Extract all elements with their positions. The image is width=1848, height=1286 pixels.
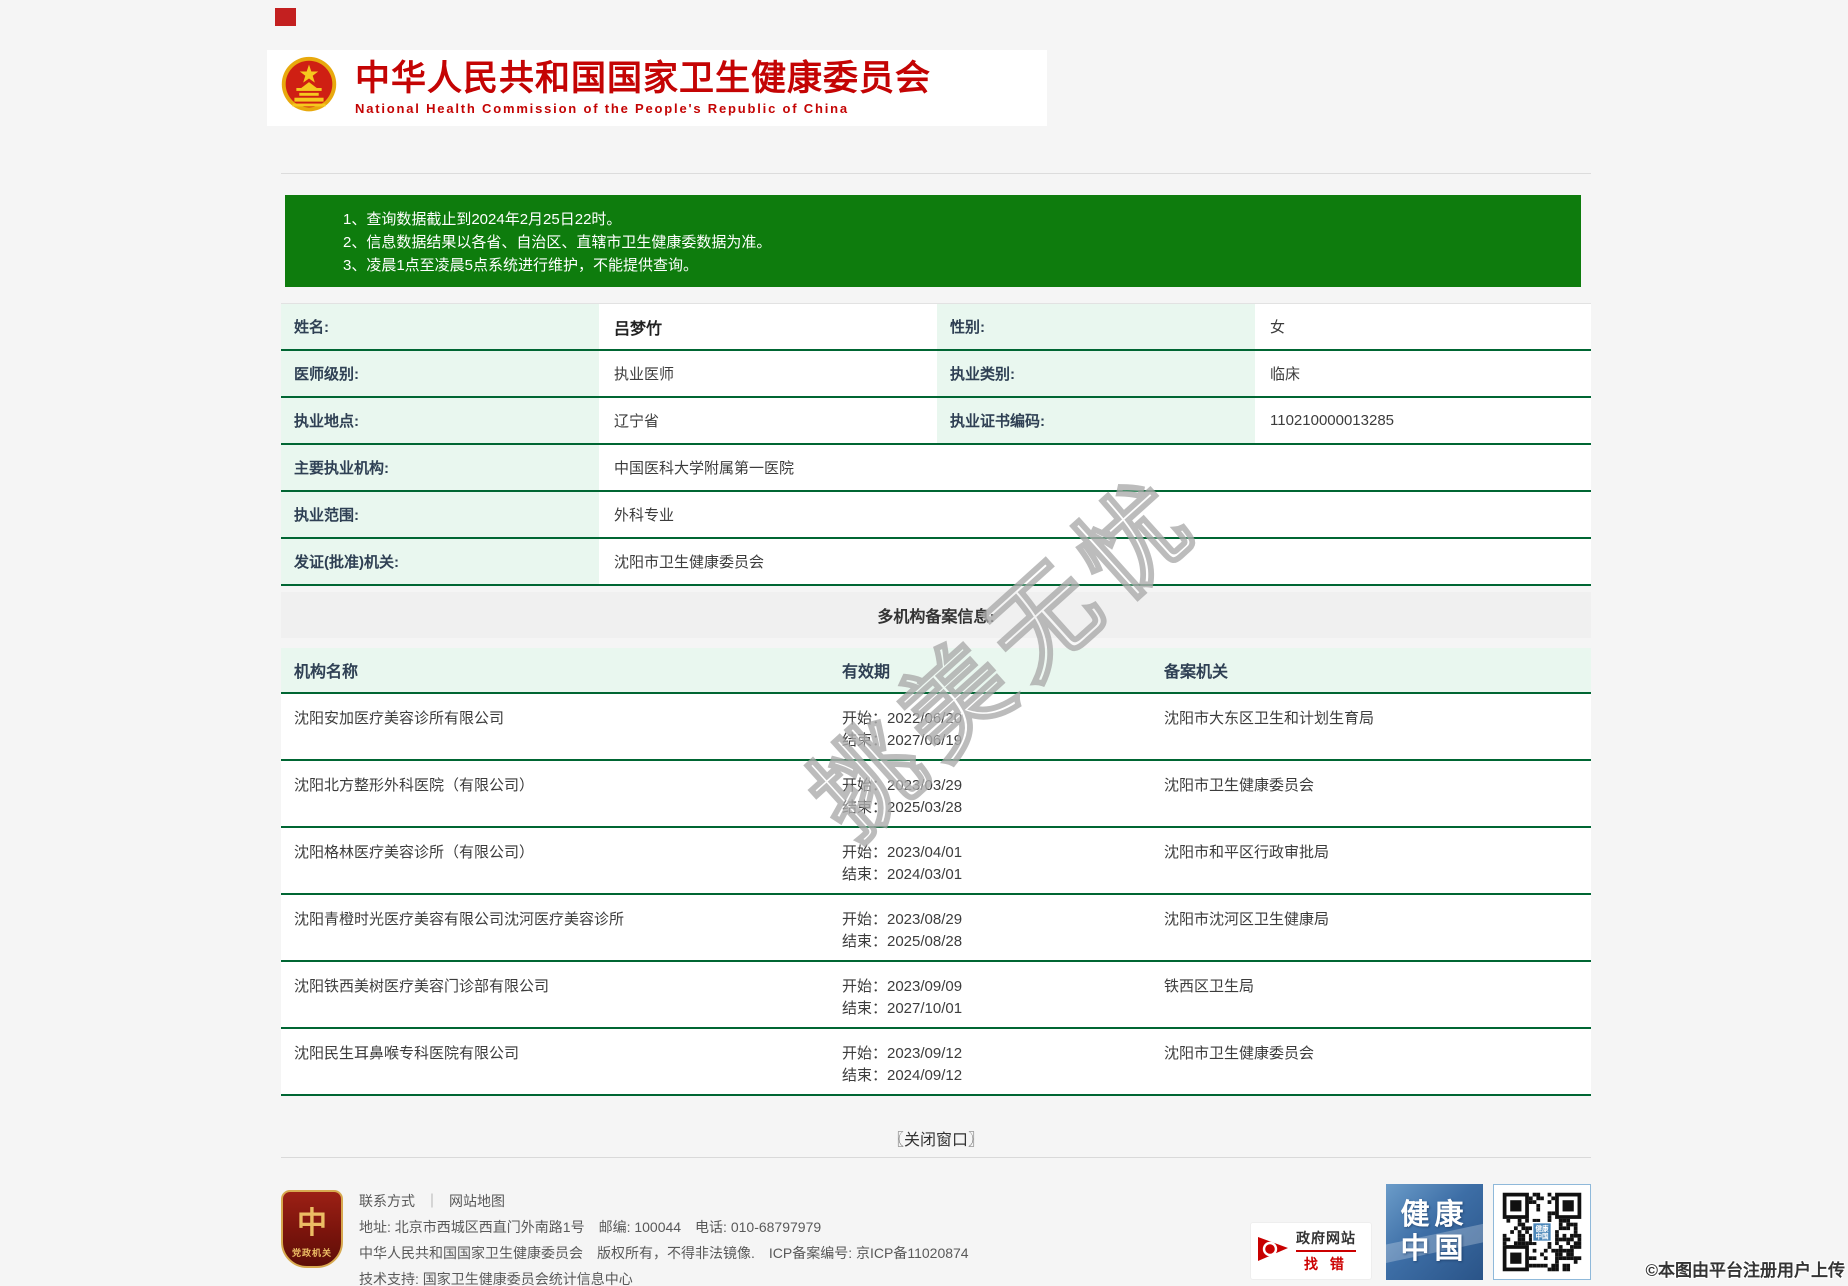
sitemap-link[interactable]: 网站地图 (449, 1193, 505, 1209)
support-line: 技术支持: 国家卫生健康委员会统计信息中心 (359, 1266, 969, 1286)
agency-cell: 沈阳市沈河区卫生健康局 (1151, 895, 1591, 960)
footer: 中 党政机关 联系方式 ｜ 网站地图 地址: 北京市西城区西直门外南路1号 邮编: … (281, 1186, 1591, 1286)
info-label: 执业类别: (937, 351, 1255, 396)
org-name-cell: 沈阳格林医疗美容诊所（有限公司） (281, 828, 829, 893)
validity-cell: 开始：2023/09/12结束：2024/09/12 (829, 1029, 1151, 1094)
column-header: 备案机关 (1151, 658, 1591, 682)
health-logo-line2: 中国 (1400, 1232, 1468, 1266)
column-header: 机构名称 (281, 658, 829, 682)
section-title: 多机构备案信息: (877, 603, 994, 627)
gov-error-line2: 找 错 (1296, 1254, 1356, 1274)
agency-cell: 沈阳市卫生健康委员会 (1151, 761, 1591, 826)
page: 中华人民共和国国家卫生健康委员会 National Health Commiss… (0, 0, 1848, 1286)
info-label: 性别: (937, 304, 1255, 349)
health-china-logo[interactable]: 健康 中国 (1386, 1184, 1483, 1280)
info-row: 执业地点:辽宁省执业证书编码:110210000013285 (281, 398, 1591, 445)
table-row: 沈阳安加医疗美容诊所有限公司开始：2022/06/20结束：2027/06/19… (281, 694, 1591, 761)
svg-text:中国: 中国 (1535, 1232, 1549, 1241)
info-row: 姓名:吕梦竹性别:女 (281, 304, 1591, 351)
agency-cell: 沈阳市和平区行政审批局 (1151, 828, 1591, 893)
info-row: 主要执业机构:中国医科大学附属第一医院 (281, 445, 1591, 492)
info-label: 主要执业机构: (281, 445, 599, 490)
national-emblem-icon (279, 53, 339, 123)
org-name-cell: 沈阳民生耳鼻喉专科医院有限公司 (281, 1029, 829, 1094)
shield-label: 党政机关 (283, 1246, 341, 1259)
uploader-watermark: ©本图由平台注册用户上传 (1645, 1256, 1845, 1281)
party-gov-shield-icon: 中 党政机关 (281, 1190, 343, 1268)
red-marker (275, 8, 296, 26)
info-value: 中国医科大学附属第一医院 (601, 445, 1591, 490)
info-label: 执业范围: (281, 492, 599, 537)
multi-org-section-band: 多机构备案信息: (281, 592, 1591, 638)
info-label: 姓名: (281, 304, 599, 349)
close-window-link[interactable]: 〖关闭窗口〗 (880, 1122, 992, 1154)
agency-cell: 沈阳市卫生健康委员会 (1151, 1029, 1591, 1094)
doctor-info-table: 姓名:吕梦竹性别:女医师级别:执业医师执业类别:临床执业地点:辽宁省执业证书编码… (281, 303, 1591, 586)
info-label: 执业证书编码: (937, 398, 1255, 443)
info-value: 辽宁省 (601, 398, 935, 443)
gov-error-line1: 政府网站 (1296, 1228, 1356, 1252)
table-row: 沈阳格林医疗美容诊所（有限公司）开始：2023/04/01结束：2024/03/… (281, 828, 1591, 895)
info-row: 医师级别:执业医师执业类别:临床 (281, 351, 1591, 398)
info-value: 吕梦竹 (601, 304, 935, 349)
footer-links: 联系方式 ｜ 网站地图 (359, 1188, 969, 1214)
notice-box: 1、查询数据截止到2024年2月25日22时。2、信息数据结果以各省、自治区、直… (285, 195, 1581, 287)
health-logo-line1: 健康 (1400, 1198, 1468, 1232)
org-name-cell: 沈阳安加医疗美容诊所有限公司 (281, 694, 829, 759)
top-divider (281, 173, 1591, 174)
validity-cell: 开始：2023/03/29结束：2025/03/28 (829, 761, 1151, 826)
info-value: 女 (1257, 304, 1591, 349)
magnifier-flag-icon (1256, 1234, 1292, 1268)
copyright-line: 中华人民共和国国家卫生健康委员会 版权所有，不得非法镜像. ICP备案编号: 京… (359, 1240, 969, 1266)
site-subtitle: National Health Commission of the People… (355, 101, 931, 116)
info-value: 110210000013285 (1257, 398, 1591, 443)
qr-code: 健康中国 (1493, 1184, 1591, 1280)
org-header-row: 机构名称有效期备案机关 (281, 648, 1591, 694)
footer-text: 联系方式 ｜ 网站地图 地址: 北京市西城区西直门外南路1号 邮编: 100044 … (359, 1188, 969, 1286)
org-name-cell: 沈阳青橙时光医疗美容有限公司沈河医疗美容诊所 (281, 895, 829, 960)
validity-cell: 开始：2023/04/01结束：2024/03/01 (829, 828, 1151, 893)
info-value: 沈阳市卫生健康委员会 (601, 539, 1591, 584)
svg-text:健康: 健康 (1535, 1224, 1549, 1233)
gov-site-error-badge[interactable]: 政府网站 找 错 (1250, 1222, 1372, 1280)
info-label: 发证(批准)机关: (281, 539, 599, 584)
table-row: 沈阳民生耳鼻喉专科医院有限公司开始：2023/09/12结束：2024/09/1… (281, 1029, 1591, 1096)
validity-cell: 开始：2023/09/09结束：2027/10/01 (829, 962, 1151, 1027)
bottom-divider (281, 1157, 1591, 1158)
info-row: 发证(批准)机关:沈阳市卫生健康委员会 (281, 539, 1591, 586)
org-name-cell: 沈阳铁西美树医疗美容门诊部有限公司 (281, 962, 829, 1027)
agency-cell: 铁西区卫生局 (1151, 962, 1591, 1027)
info-label: 医师级别: (281, 351, 599, 396)
site-title: 中华人民共和国国家卫生健康委员会 (355, 60, 931, 98)
column-header: 有效期 (829, 658, 1151, 682)
contact-link[interactable]: 联系方式 (359, 1193, 415, 1209)
notice-line: 1、查询数据截止到2024年2月25日22时。 (343, 208, 1581, 231)
info-label: 执业地点: (281, 398, 599, 443)
address-line: 地址: 北京市西城区西直门外南路1号 邮编: 100044 电话: 010-68… (359, 1214, 969, 1240)
info-value: 外科专业 (601, 492, 1591, 537)
site-header: 中华人民共和国国家卫生健康委员会 National Health Commiss… (267, 50, 1047, 126)
validity-cell: 开始：2022/06/20结束：2027/06/19 (829, 694, 1151, 759)
info-value: 执业医师 (601, 351, 935, 396)
link-separator: ｜ (425, 1193, 439, 1209)
org-name-cell: 沈阳北方整形外科医院（有限公司） (281, 761, 829, 826)
info-value: 临床 (1257, 351, 1591, 396)
notice-line: 3、凌晨1点至凌晨5点系统进行维护，不能提供查询。 (343, 254, 1581, 277)
notice-line: 2、信息数据结果以各省、自治区、直辖市卫生健康委数据为准。 (343, 231, 1581, 254)
table-row: 沈阳北方整形外科医院（有限公司）开始：2023/03/29结束：2025/03/… (281, 761, 1591, 828)
org-table: 机构名称有效期备案机关沈阳安加医疗美容诊所有限公司开始：2022/06/20结束… (281, 648, 1591, 1096)
table-row: 沈阳铁西美树医疗美容门诊部有限公司开始：2023/09/09结束：2027/10… (281, 962, 1591, 1029)
info-row: 执业范围:外科专业 (281, 492, 1591, 539)
close-window-wrap: 〖关闭窗口〗 (281, 1122, 1591, 1154)
validity-cell: 开始：2023/08/29结束：2025/08/28 (829, 895, 1151, 960)
table-row: 沈阳青橙时光医疗美容有限公司沈河医疗美容诊所开始：2023/08/29结束：20… (281, 895, 1591, 962)
agency-cell: 沈阳市大东区卫生和计划生育局 (1151, 694, 1591, 759)
